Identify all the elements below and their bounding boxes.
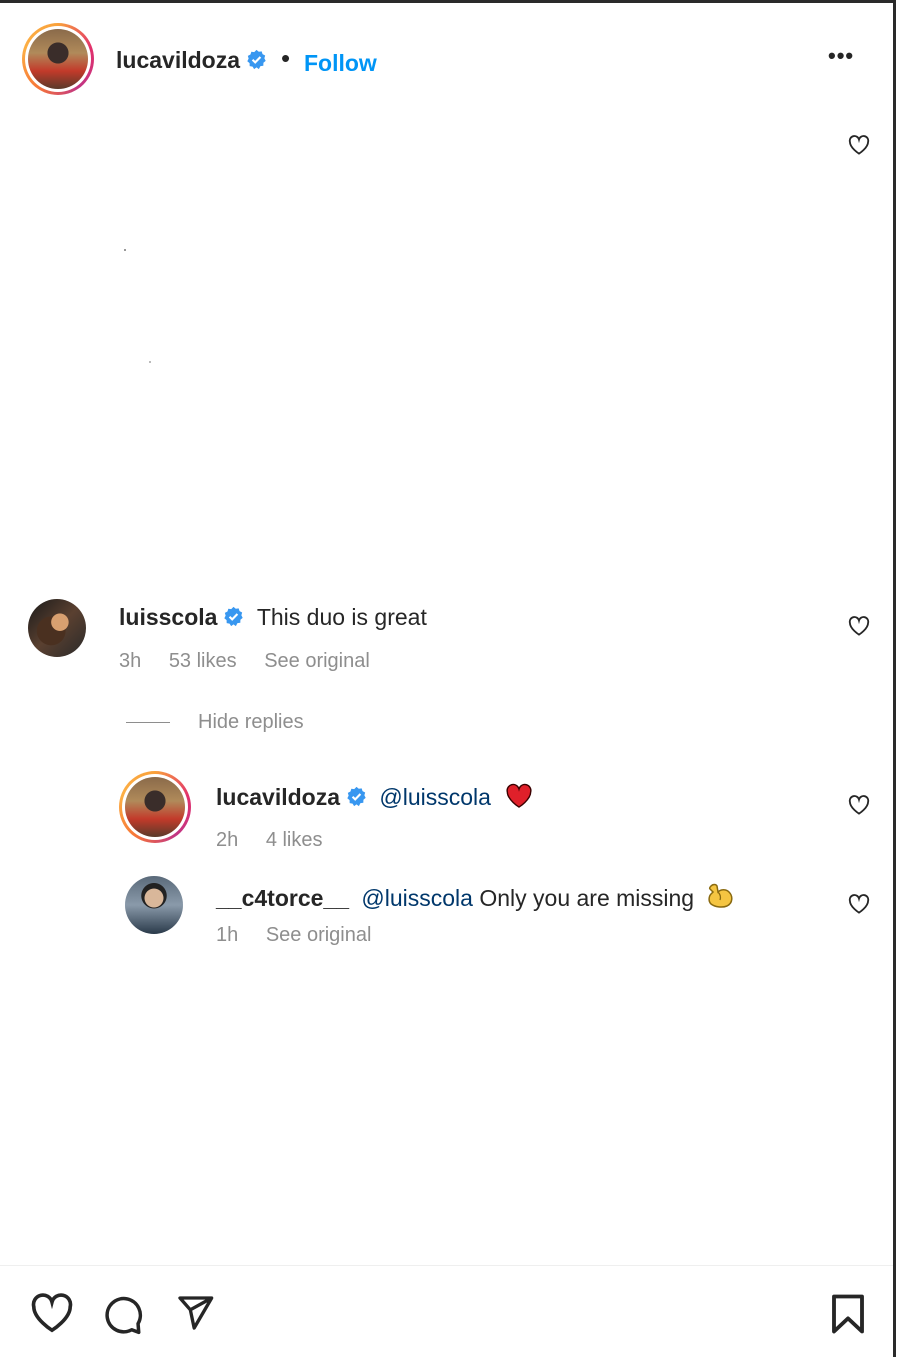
actions-divider	[0, 1265, 893, 1266]
follow-button[interactable]: Follow	[304, 50, 377, 77]
comment-meta: 3h 53 likes See original	[119, 650, 392, 673]
mention-link[interactable]: @luisscola	[379, 784, 491, 810]
commenter-avatar[interactable]	[28, 599, 86, 657]
comment-text: luisscola This duo is great	[119, 604, 427, 631]
reply-meta: 2h 4 likes	[216, 829, 345, 852]
bookmark-icon[interactable]	[829, 1293, 867, 1335]
reply-username[interactable]: lucavildoza	[216, 784, 340, 810]
reply-text: lucavildoza @luisscola	[216, 783, 533, 811]
like-heart-icon[interactable]	[30, 1293, 74, 1333]
reply-likes[interactable]: 4 likes	[266, 829, 323, 851]
reply-meta: 1h See original	[216, 924, 393, 947]
heart-icon[interactable]	[848, 894, 870, 914]
verified-badge-icon	[224, 606, 244, 627]
speck	[124, 249, 126, 251]
reply-text: __c4torce__ @luisscola Only you are miss…	[216, 882, 736, 912]
heart-icon[interactable]	[848, 135, 870, 155]
separator-dot: •	[281, 43, 291, 73]
flexed-biceps-emoji	[708, 883, 733, 908]
verified-badge-icon	[247, 49, 266, 70]
comment-likes[interactable]: 53 likes	[169, 650, 237, 672]
comment-body: This duo is great	[256, 604, 427, 630]
mention-link[interactable]: @luisscola	[361, 885, 473, 911]
author-avatar[interactable]	[22, 23, 94, 95]
verified-badge-icon	[347, 786, 366, 807]
share-icon[interactable]	[174, 1293, 216, 1333]
comment-icon[interactable]	[102, 1293, 144, 1335]
reply-username[interactable]: __c4torce__	[216, 885, 349, 911]
hide-replies-line	[126, 722, 170, 723]
author-username[interactable]: lucavildoza	[116, 47, 267, 74]
reply-body: Only you are missing	[479, 885, 695, 911]
reply-time: 1h	[216, 924, 239, 946]
post-header: lucavildoza • Follow •••	[0, 3, 893, 113]
red-heart-emoji	[506, 783, 532, 808]
see-original-link[interactable]: See original	[264, 650, 370, 672]
hide-replies-button[interactable]: Hide replies	[198, 711, 304, 734]
comment-time: 3h	[119, 650, 142, 672]
heart-icon[interactable]	[848, 795, 870, 815]
reply-avatar[interactable]	[125, 876, 183, 934]
see-original-link[interactable]: See original	[266, 924, 372, 946]
reply-time: 2h	[216, 829, 239, 851]
comment-username[interactable]: luisscola	[119, 604, 217, 630]
more-options-icon[interactable]: •••	[828, 43, 854, 69]
post-window: lucavildoza • Follow ••• luisscola This …	[0, 0, 896, 1357]
heart-icon[interactable]	[848, 616, 870, 636]
speck	[149, 361, 151, 363]
reply-avatar[interactable]	[119, 771, 191, 843]
